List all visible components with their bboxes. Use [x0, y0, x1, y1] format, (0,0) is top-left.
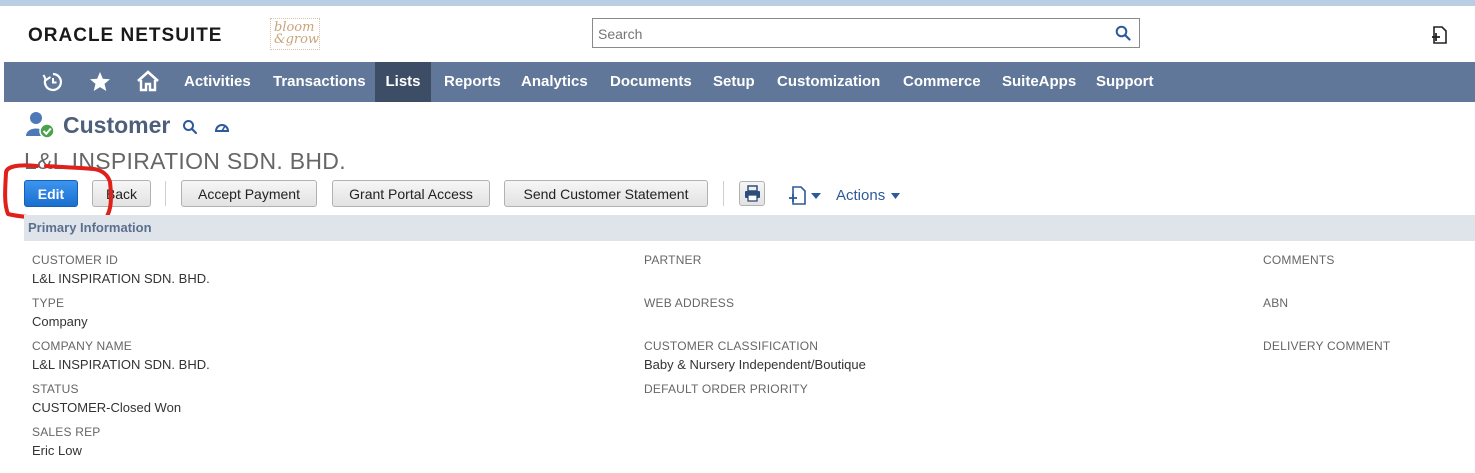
nav-analytics[interactable]: Analytics: [521, 62, 588, 102]
nav-transactions[interactable]: Transactions: [273, 62, 366, 102]
new-document-icon: [789, 186, 806, 205]
search-icon[interactable]: [1115, 25, 1131, 41]
nav-lists[interactable]: Lists: [375, 62, 431, 102]
bloom-grow-logo: bloom &grow: [270, 18, 320, 50]
field-label-abn: ABN: [1263, 296, 1289, 310]
home-icon[interactable]: [136, 69, 160, 93]
create-new-icon[interactable]: [1430, 25, 1450, 45]
edit-button[interactable]: Edit: [24, 180, 78, 207]
main-nav: Activities Transactions Lists Reports An…: [4, 62, 1475, 102]
field-value-company-name: L&L INSPIRATION SDN. BHD.: [32, 357, 210, 372]
field-label-company-name: COMPANY NAME: [32, 339, 132, 353]
field-label-web-address: WEB ADDRESS: [644, 296, 735, 310]
recent-records-icon[interactable]: [42, 71, 64, 93]
record-name: L&L INSPIRATION SDN. BHD.: [24, 148, 346, 174]
print-button[interactable]: [739, 181, 765, 206]
printer-icon: [745, 185, 760, 202]
caret-down-icon: [891, 193, 901, 200]
field-value-customer-classification: Baby & Nursery Independent/Boutique: [644, 357, 866, 372]
field-label-delivery-comment: DELIVERY COMMENT: [1263, 339, 1391, 353]
toolbar-separator: [723, 181, 724, 206]
nav-activities[interactable]: Activities: [184, 62, 251, 102]
actions-menu[interactable]: Actions: [836, 187, 901, 204]
nav-commerce[interactable]: Commerce: [903, 62, 981, 102]
field-value-status: CUSTOMER-Closed Won: [32, 400, 182, 415]
oracle-netsuite-logo[interactable]: ORACLE NETSUITE: [28, 25, 222, 47]
back-button[interactable]: Back: [92, 180, 151, 207]
favorites-star-icon[interactable]: [89, 71, 111, 93]
nav-support[interactable]: Support: [1096, 62, 1154, 102]
logo-netsuite: NETSUITE: [120, 25, 223, 46]
new-record-dropdown[interactable]: [788, 185, 824, 207]
search-record-icon[interactable]: [182, 119, 198, 135]
field-value-sales-rep[interactable]: Eric Low: [32, 443, 82, 458]
field-label-comments: COMMENTS: [1263, 253, 1335, 267]
field-value-type: Company: [32, 314, 88, 329]
grant-portal-access-button[interactable]: Grant Portal Access: [332, 180, 490, 207]
nav-reports[interactable]: Reports: [444, 62, 501, 102]
global-search[interactable]: [592, 18, 1140, 48]
field-label-status: STATUS: [32, 382, 79, 396]
field-label-partner: PARTNER: [644, 253, 702, 267]
dashboard-icon[interactable]: [214, 120, 230, 134]
page-title: Customer: [63, 112, 171, 138]
nav-documents[interactable]: Documents: [610, 62, 692, 102]
customer-record-icon: [26, 112, 55, 139]
global-header: ORACLE NETSUITE bloom &grow: [0, 6, 1475, 62]
toolbar-separator: [165, 181, 166, 206]
field-label-customer-classification: CUSTOMER CLASSIFICATION: [644, 339, 819, 353]
logo-oracle: ORACLE: [28, 25, 115, 46]
nav-customization[interactable]: Customization: [777, 62, 880, 102]
caret-down-icon: [811, 193, 821, 199]
field-value-customer-id: L&L INSPIRATION SDN. BHD.: [32, 271, 210, 286]
field-label-type: TYPE: [32, 296, 65, 310]
search-input[interactable]: [596, 24, 1100, 44]
send-customer-statement-button[interactable]: Send Customer Statement: [504, 180, 708, 207]
field-label-sales-rep: SALES REP: [32, 425, 101, 439]
field-label-customer-id: CUSTOMER ID: [32, 253, 118, 267]
accept-payment-button[interactable]: Accept Payment: [181, 180, 317, 207]
primary-information-section[interactable]: Primary Information: [24, 215, 1475, 241]
field-label-default-order-priority: DEFAULT ORDER PRIORITY: [644, 382, 808, 396]
nav-setup[interactable]: Setup: [713, 62, 755, 102]
nav-suiteapps[interactable]: SuiteApps: [1002, 62, 1076, 102]
